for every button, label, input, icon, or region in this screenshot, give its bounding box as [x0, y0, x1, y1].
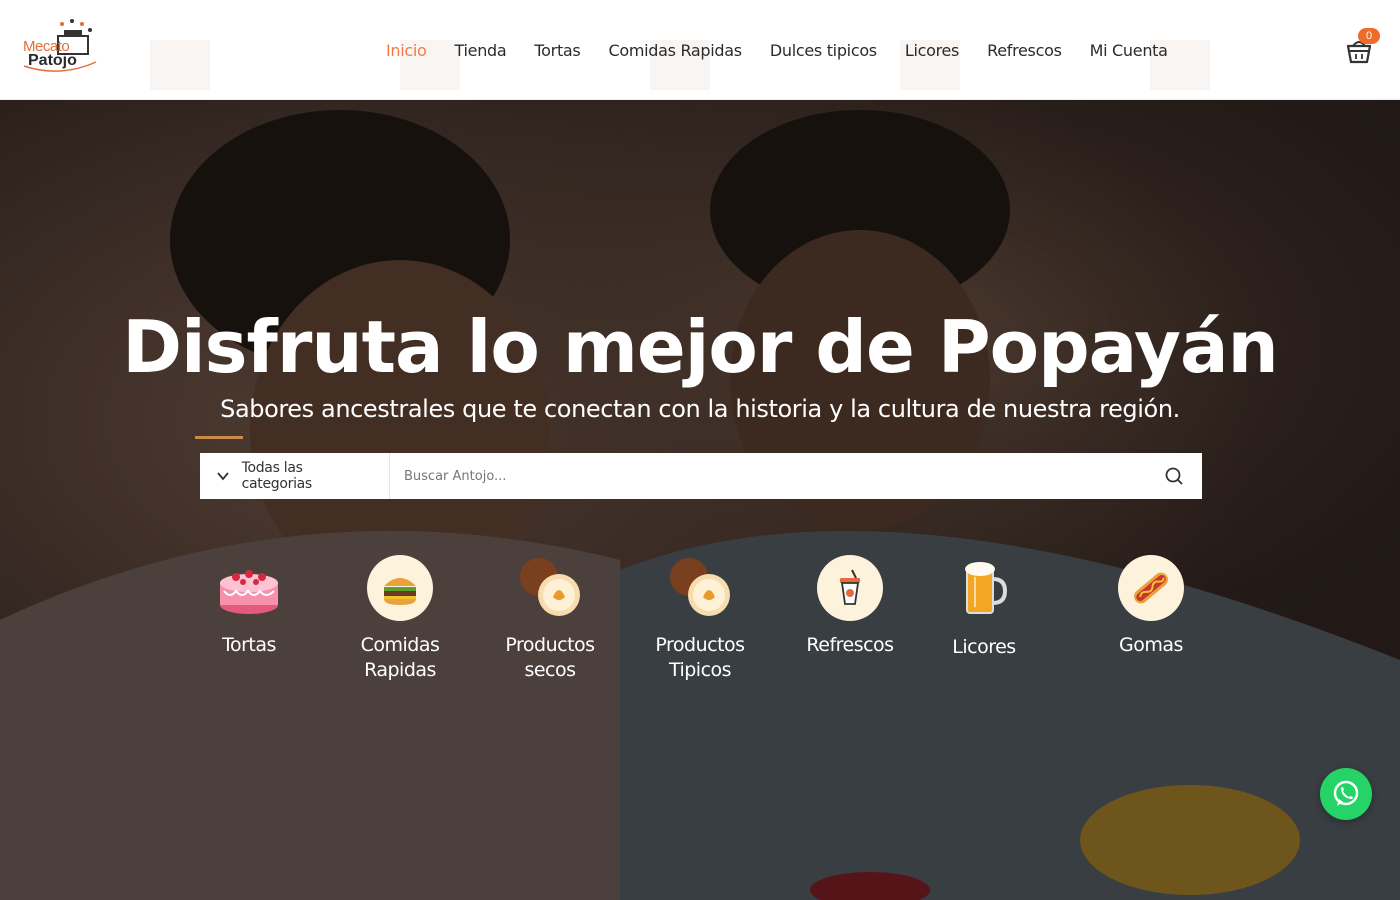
nav-item-mi-cuenta[interactable]: Mi Cuenta	[1076, 41, 1182, 60]
site-header: Mecato Patojo Inicio Tienda Tortas Comid…	[0, 0, 1400, 100]
main-nav: Inicio Tienda Tortas Comidas Rapidas Dul…	[372, 0, 1182, 99]
category-label: Refrescos	[806, 634, 894, 656]
hero-overlay	[0, 100, 1400, 900]
category-comidas-rapidas[interactable]: Comidas Rapidas	[335, 555, 465, 683]
category-label: Gomas	[1119, 634, 1183, 656]
hotdog-icon	[1118, 555, 1184, 621]
search-button[interactable]	[1146, 453, 1202, 499]
cart-count-badge: 0	[1358, 28, 1380, 44]
cake-icon	[216, 555, 282, 621]
category-dropdown-label: Todas las categorias	[241, 460, 313, 492]
hero-subtitle: Sabores ancestrales que te conectan con …	[220, 395, 1180, 423]
category-tortas[interactable]: Tortas	[184, 555, 314, 658]
cart-button[interactable]: 0	[1344, 28, 1380, 66]
category-refrescos[interactable]: Refrescos	[785, 555, 915, 658]
category-gomas[interactable]: Gomas	[1086, 555, 1216, 658]
search-icon	[1165, 467, 1183, 485]
hero-accent-line	[195, 436, 243, 439]
hero-title: Disfruta lo mejor de Popayán	[122, 305, 1279, 389]
hero-banner: Disfruta lo mejor de Popayán Sabores anc…	[0, 100, 1400, 900]
beer-mug-icon	[951, 555, 1017, 621]
chevron-down-icon	[217, 472, 229, 481]
category-licores[interactable]: Licores	[919, 555, 1049, 660]
nav-item-comidas-rapidas[interactable]: Comidas Rapidas	[594, 41, 755, 60]
nav-item-refrescos[interactable]: Refrescos	[973, 41, 1076, 60]
whatsapp-button[interactable]	[1320, 768, 1372, 820]
search-bar: Todas las categorias	[200, 453, 1202, 499]
whatsapp-icon	[1333, 780, 1359, 806]
nav-item-inicio[interactable]: Inicio	[372, 41, 441, 60]
soda-cup-icon	[817, 555, 883, 621]
burger-icon	[367, 555, 433, 621]
category-label: Tortas	[222, 634, 276, 656]
typical-product-icon	[667, 555, 733, 621]
category-label: Productos Tipicos	[655, 634, 745, 681]
search-input[interactable]	[390, 453, 1146, 499]
site-logo[interactable]: Mecato Patojo	[20, 18, 100, 80]
nav-item-dulces-tipicos[interactable]: Dulces tipicos	[756, 41, 891, 60]
logo-text-line2: Patojo	[28, 52, 77, 69]
dried-fruit-icon	[517, 555, 583, 621]
nav-item-tortas[interactable]: Tortas	[520, 41, 594, 60]
category-label: Productos secos	[505, 634, 595, 681]
nav-item-licores[interactable]: Licores	[891, 41, 973, 60]
category-label: Comidas Rapidas	[360, 634, 440, 681]
category-productos-secos[interactable]: Productos secos	[485, 555, 615, 683]
category-label: Licores	[952, 636, 1016, 658]
category-dropdown[interactable]: Todas las categorias	[200, 453, 390, 499]
nav-item-tienda[interactable]: Tienda	[441, 41, 521, 60]
category-productos-tipicos[interactable]: Productos Tipicos	[635, 555, 765, 683]
